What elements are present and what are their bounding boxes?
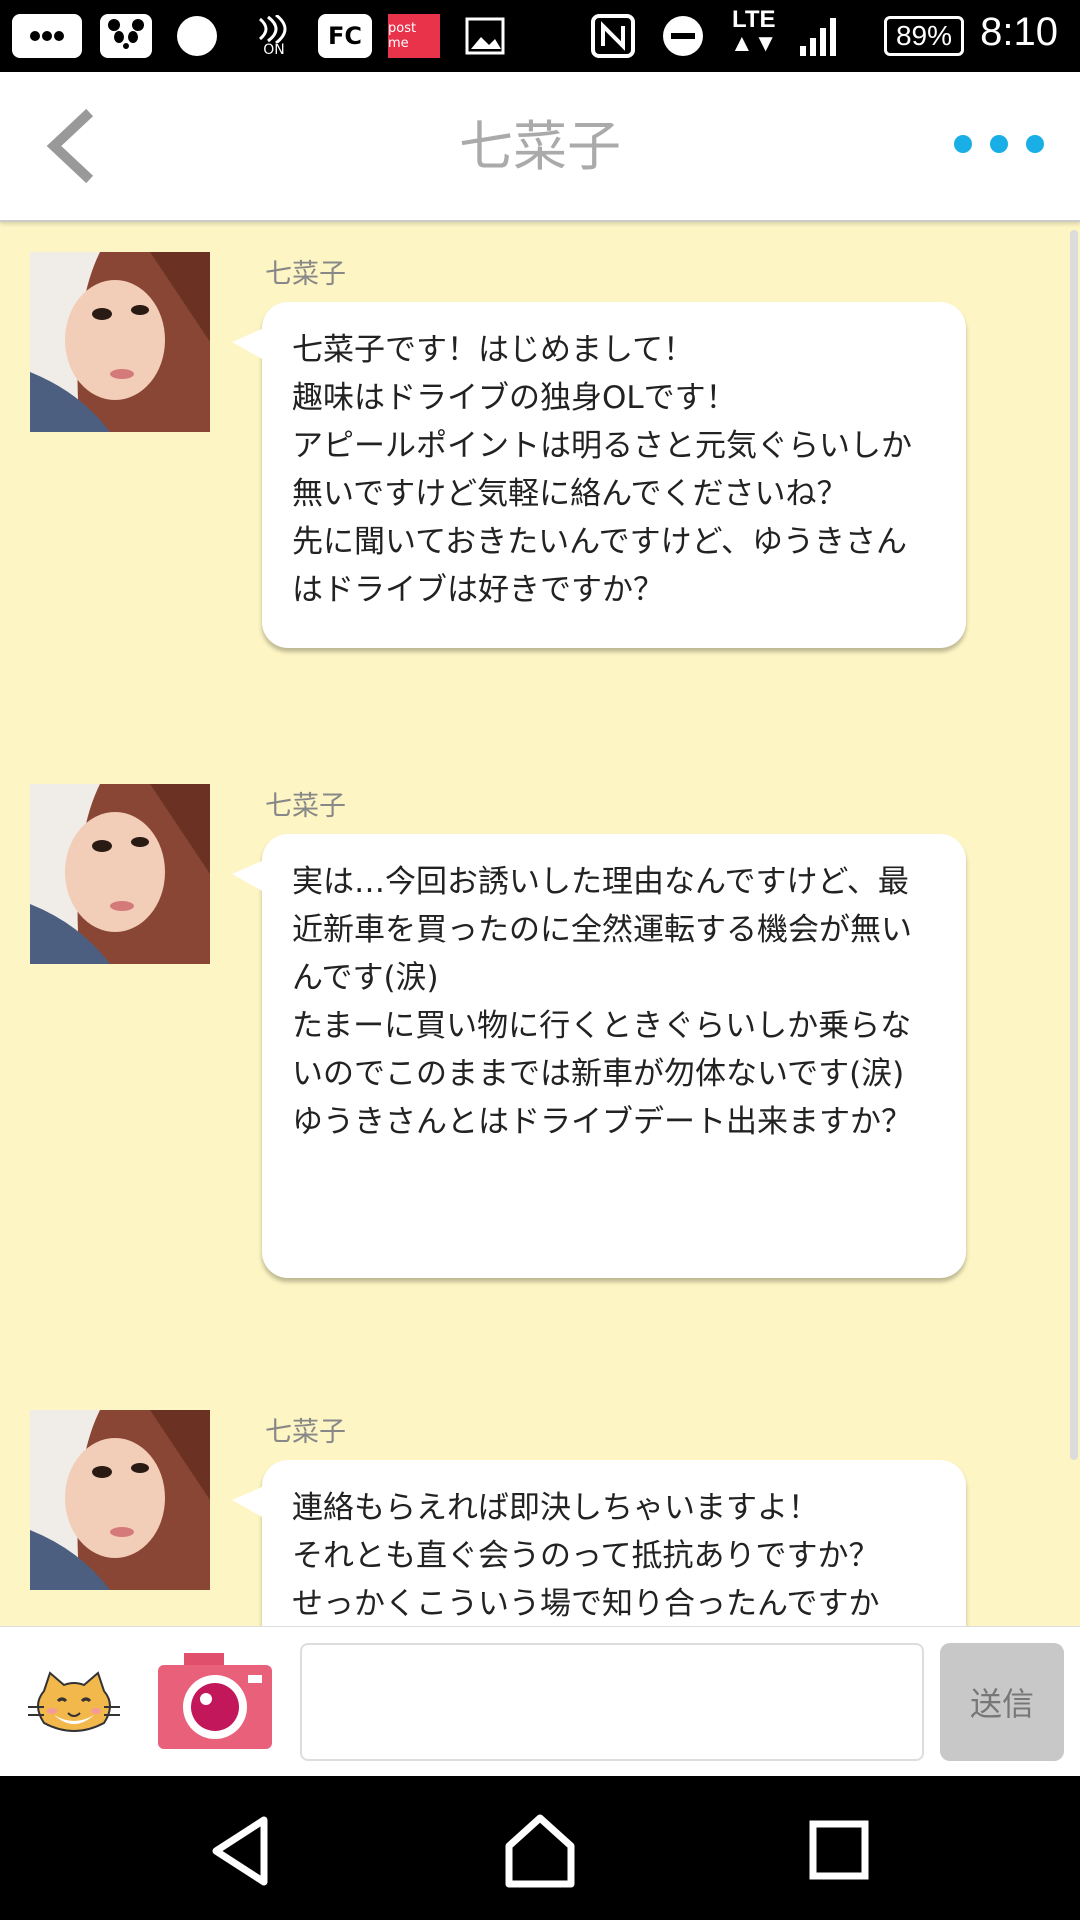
system-navigation-bar <box>0 1776 1080 1920</box>
avatar-image <box>30 1410 210 1590</box>
lte-label: LTE <box>731 6 776 33</box>
more-options-button[interactable] <box>954 124 1044 164</box>
postme-label: post me <box>388 21 417 51</box>
chat-title: 七菜子 <box>459 115 621 178</box>
avatar-image <box>30 784 210 964</box>
clock: 8:10 <box>980 10 1058 54</box>
sender-name: 七菜子 <box>265 1417 346 1448</box>
fc-label: FC <box>327 22 362 50</box>
battery-icon: 89% <box>884 16 964 56</box>
more-dot <box>1026 135 1044 153</box>
panda-icon <box>100 14 152 58</box>
avatar[interactable] <box>30 784 210 964</box>
status-bar: ON FC post me LTE ▲▼ 89% 8:10 <box>0 0 1080 72</box>
nav-recents-button[interactable] <box>795 1806 885 1896</box>
home-icon <box>505 1814 575 1888</box>
message-input[interactable] <box>300 1643 924 1761</box>
avatar[interactable] <box>30 1410 210 1590</box>
message-bubble: 七菜子です！はじめまして！ 趣味はドライブの独身OLです！ アピールポイントは明… <box>232 302 966 648</box>
send-button[interactable]: 送信 <box>940 1643 1064 1761</box>
fc-icon: FC <box>318 14 372 58</box>
nav-back-button[interactable] <box>198 1806 288 1896</box>
message-input-bar: 送信 <box>0 1626 1080 1776</box>
do-not-disturb-icon <box>660 14 706 58</box>
nav-home-button[interactable] <box>495 1806 585 1896</box>
chat-header: 七菜子 <box>0 72 1080 222</box>
lte-icon: LTE ▲▼ <box>730 6 778 57</box>
circle-icon <box>172 14 222 58</box>
chat-message-list[interactable]: 七菜子 七菜子です！はじめまして！ 趣味はドライブの独身OLです！ アピールポイ… <box>0 224 1080 1626</box>
message-bubble: 連絡もらえれば即決しちゃいますよ！ それとも直ぐ会うのって抵抗ありですか？ せっ… <box>232 1460 966 1626</box>
avatar[interactable] <box>30 252 210 432</box>
nfc-on-label: ON <box>263 42 285 58</box>
avatar-image <box>30 252 210 432</box>
more-dots-icon <box>954 135 972 153</box>
recents-icon <box>809 1820 869 1880</box>
more-notifications-icon <box>12 14 82 58</box>
nfc-on-icon: ON <box>244 14 304 58</box>
scrollbar[interactable] <box>1070 230 1078 1460</box>
camera-button[interactable] <box>156 1651 274 1751</box>
battery-label: 89% <box>895 20 953 51</box>
sender-name: 七菜子 <box>265 791 346 822</box>
back-triangle-icon <box>212 1816 268 1886</box>
message-bubble: 実は…今回お誘いした理由なんですけど、最近新車を買ったのに全然運転する機会が無い… <box>232 834 966 1278</box>
postme-icon: post me <box>388 14 440 58</box>
nfc-icon <box>588 14 638 58</box>
sender-name: 七菜子 <box>265 259 346 290</box>
signal-icon <box>796 14 846 58</box>
more-dot <box>990 135 1008 153</box>
image-icon <box>462 14 508 58</box>
cat-sticker-icon <box>28 1671 120 1732</box>
camera-icon <box>158 1653 272 1749</box>
sticker-button[interactable] <box>24 1671 124 1741</box>
